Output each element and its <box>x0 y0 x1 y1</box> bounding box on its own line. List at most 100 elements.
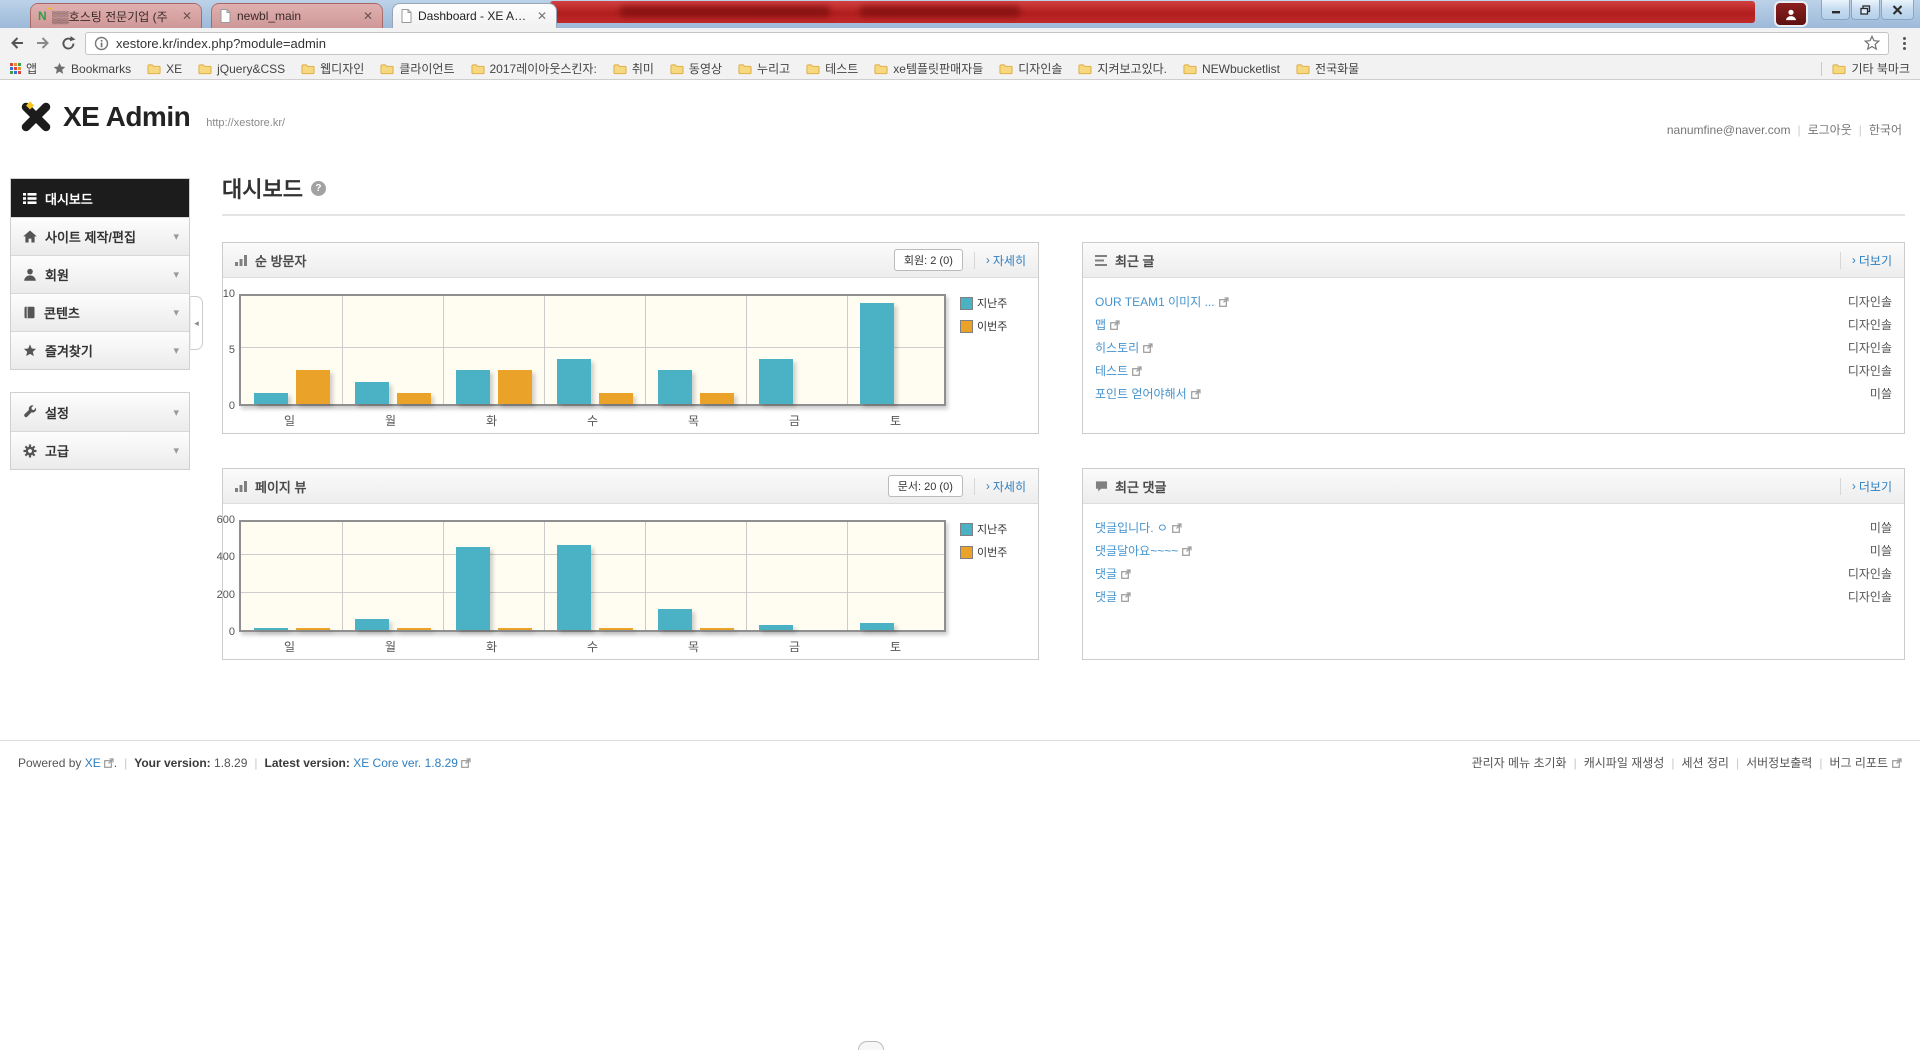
browser-tab-2[interactable]: newbl_main✕ <box>211 3 383 28</box>
list-icon <box>1095 255 1108 266</box>
url-text[interactable]: xestore.kr/index.php?module=admin <box>116 36 1857 51</box>
recent-posts-more-link[interactable]: ›더보기 <box>1840 252 1892 269</box>
bookmark-star-icon[interactable] <box>1864 35 1880 51</box>
bookmark-folder[interactable]: 지켜보고있다. <box>1078 60 1167 77</box>
bookmark-folder[interactable]: 테스트 <box>806 60 858 77</box>
browser-tab-3[interactable]: Dashboard - XE Admin✕ <box>392 3 557 28</box>
sidebar-item-gear[interactable]: 고급▾ <box>11 431 189 469</box>
sidebar-group-settings: 설정▾고급▾ <box>10 392 190 470</box>
divider: | <box>1736 756 1739 770</box>
sidebar-item-home[interactable]: 사이트 제작/편집▾ <box>11 217 189 255</box>
close-button[interactable] <box>1881 0 1914 20</box>
post-link[interactable]: 히스토리 <box>1095 339 1153 356</box>
help-icon[interactable]: ? <box>311 181 326 196</box>
pageviews-detail-link[interactable]: ›자세히 <box>974 478 1026 495</box>
hidden-widget-bump[interactable] <box>858 1041 884 1050</box>
bookmark-folder[interactable]: XE <box>147 62 182 76</box>
bookmark-folder[interactable]: NEWbucketlist <box>1183 62 1280 76</box>
xe-link[interactable]: XE <box>85 756 101 770</box>
bookmark-folder[interactable]: 클라이언트 <box>380 60 454 77</box>
bookmark-folder[interactable]: 전국화물 <box>1296 60 1359 77</box>
minimize-icon <box>1831 5 1841 14</box>
visitors-detail-link[interactable]: ›자세히 <box>974 252 1026 269</box>
bookmark-folder[interactable]: 동영상 <box>670 60 722 77</box>
footer-link-4[interactable]: 서버정보출력 <box>1746 754 1812 771</box>
restore-button[interactable] <box>1851 0 1880 20</box>
folder-icon <box>471 63 485 75</box>
comment-icon <box>1095 480 1108 492</box>
comment-link[interactable]: 댓글입니다. ㅇ <box>1095 519 1182 536</box>
remote-overlay-bar <box>550 1 1755 23</box>
illegible-red-text <box>620 6 830 17</box>
bar-지난주-금 <box>759 359 793 404</box>
comment-link[interactable]: 댓글달아요~~~~ <box>1095 542 1192 559</box>
divider: | <box>1671 756 1674 770</box>
browser-menu-button[interactable] <box>1897 37 1912 50</box>
language-link[interactable]: 한국어 <box>1869 121 1902 138</box>
bookmark-folder[interactable]: 취미 <box>613 60 654 77</box>
other-bookmarks-label[interactable]: 기타 북마크 <box>1851 60 1910 77</box>
post-link[interactable]: 맵 <box>1095 316 1120 333</box>
recent-comments-more-link[interactable]: ›더보기 <box>1840 478 1892 495</box>
sidebar-item-list[interactable]: 대시보드 <box>11 179 189 217</box>
app-title[interactable]: XE Admin <box>63 101 190 133</box>
bookmark-folder[interactable]: 디자인솔 <box>999 60 1062 77</box>
site-url-link[interactable]: http://xestore.kr/ <box>206 117 285 129</box>
bar-chart-icon <box>235 254 248 266</box>
illegible-red-text <box>860 6 1020 17</box>
sidebar-item-book[interactable]: 콘텐츠▾ <box>11 293 189 331</box>
back-button[interactable] <box>8 34 26 52</box>
bookmark-folder[interactable]: 2017레이아웃스킨자: <box>471 60 597 77</box>
tab-close-icon[interactable]: ✕ <box>180 9 194 23</box>
post-link[interactable]: 테스트 <box>1095 362 1142 379</box>
legend-label: 지난주 <box>977 521 1007 537</box>
xe-logo-icon[interactable] <box>18 100 54 134</box>
post-link[interactable]: OUR TEAM1 이미지 ... <box>1095 293 1229 310</box>
footer-link-2[interactable]: 캐시파일 재생성 <box>1584 754 1665 771</box>
tab-title: ▒▒호스팅 전문기업 (주 <box>52 8 175 25</box>
bookmark-folder[interactable]: jQuery&CSS <box>198 62 285 76</box>
other-bookmarks[interactable]: 기타 북마크 <box>1821 60 1910 77</box>
comment-link[interactable]: 댓글 <box>1095 565 1131 582</box>
bar-이번주-목 <box>700 393 734 404</box>
sidebar-item-wrench[interactable]: 설정▾ <box>11 393 189 431</box>
forward-button[interactable] <box>34 34 52 52</box>
chevron-down-icon: ▾ <box>173 268 179 281</box>
footer-link-1[interactable]: 관리자 메뉴 초기화 <box>1472 754 1567 771</box>
y-axis-tick-label: 0 <box>195 400 235 412</box>
bookmark-label: 디자인솔 <box>1018 60 1062 77</box>
comment-category: 미쓸 <box>1870 519 1892 536</box>
post-link[interactable]: 포인트 얻어야해서 <box>1095 385 1201 402</box>
folder-icon <box>380 63 394 75</box>
sidebar-item-star[interactable]: 즐겨찾기▾ <box>11 331 189 369</box>
sidebar-collapse-handle[interactable]: ◂ <box>190 296 203 350</box>
book-icon <box>23 306 36 319</box>
bookmark-star[interactable]: Bookmarks <box>53 62 131 76</box>
logout-link[interactable]: 로그아웃 <box>1808 121 1852 138</box>
tab-close-icon[interactable]: ✕ <box>361 9 375 23</box>
sidebar-item-user[interactable]: 회원▾ <box>11 255 189 293</box>
minimize-button[interactable] <box>1821 0 1850 20</box>
footer: Powered by XE . | Your version: 1.8.29 |… <box>0 741 1920 784</box>
external-link-icon <box>1121 569 1131 579</box>
browser-tab-1[interactable]: N✦▒▒호스팅 전문기업 (주✕ <box>30 3 202 28</box>
page-info-icon[interactable] <box>94 36 109 51</box>
footer-link-5[interactable]: 버그 리포트 <box>1829 754 1888 771</box>
refresh-button[interactable] <box>60 35 77 52</box>
comment-link[interactable]: 댓글 <box>1095 588 1131 605</box>
legend-entry: 지난주 <box>960 521 1007 537</box>
address-bar[interactable]: xestore.kr/index.php?module=admin <box>85 32 1889 55</box>
account-email[interactable]: nanumfine@naver.com <box>1667 123 1791 137</box>
person-icon <box>1784 8 1798 21</box>
tab-close-icon[interactable]: ✕ <box>535 9 549 23</box>
post-row: 포인트 얻어야해서미쓸 <box>1095 382 1892 405</box>
footer-link-3[interactable]: 세션 정리 <box>1681 754 1729 771</box>
bookmark-folder[interactable]: 웹디자인 <box>301 60 364 77</box>
latest-version-link[interactable]: XE Core ver. 1.8.29 <box>353 756 458 770</box>
bookmark-apps[interactable]: 앱 <box>10 60 37 77</box>
profile-button[interactable] <box>1774 1 1808 27</box>
gridline <box>443 522 444 630</box>
folder-icon <box>999 63 1013 75</box>
bookmark-folder[interactable]: xe템플릿판매자들 <box>874 60 983 77</box>
bookmark-folder[interactable]: 누리고 <box>738 60 790 77</box>
